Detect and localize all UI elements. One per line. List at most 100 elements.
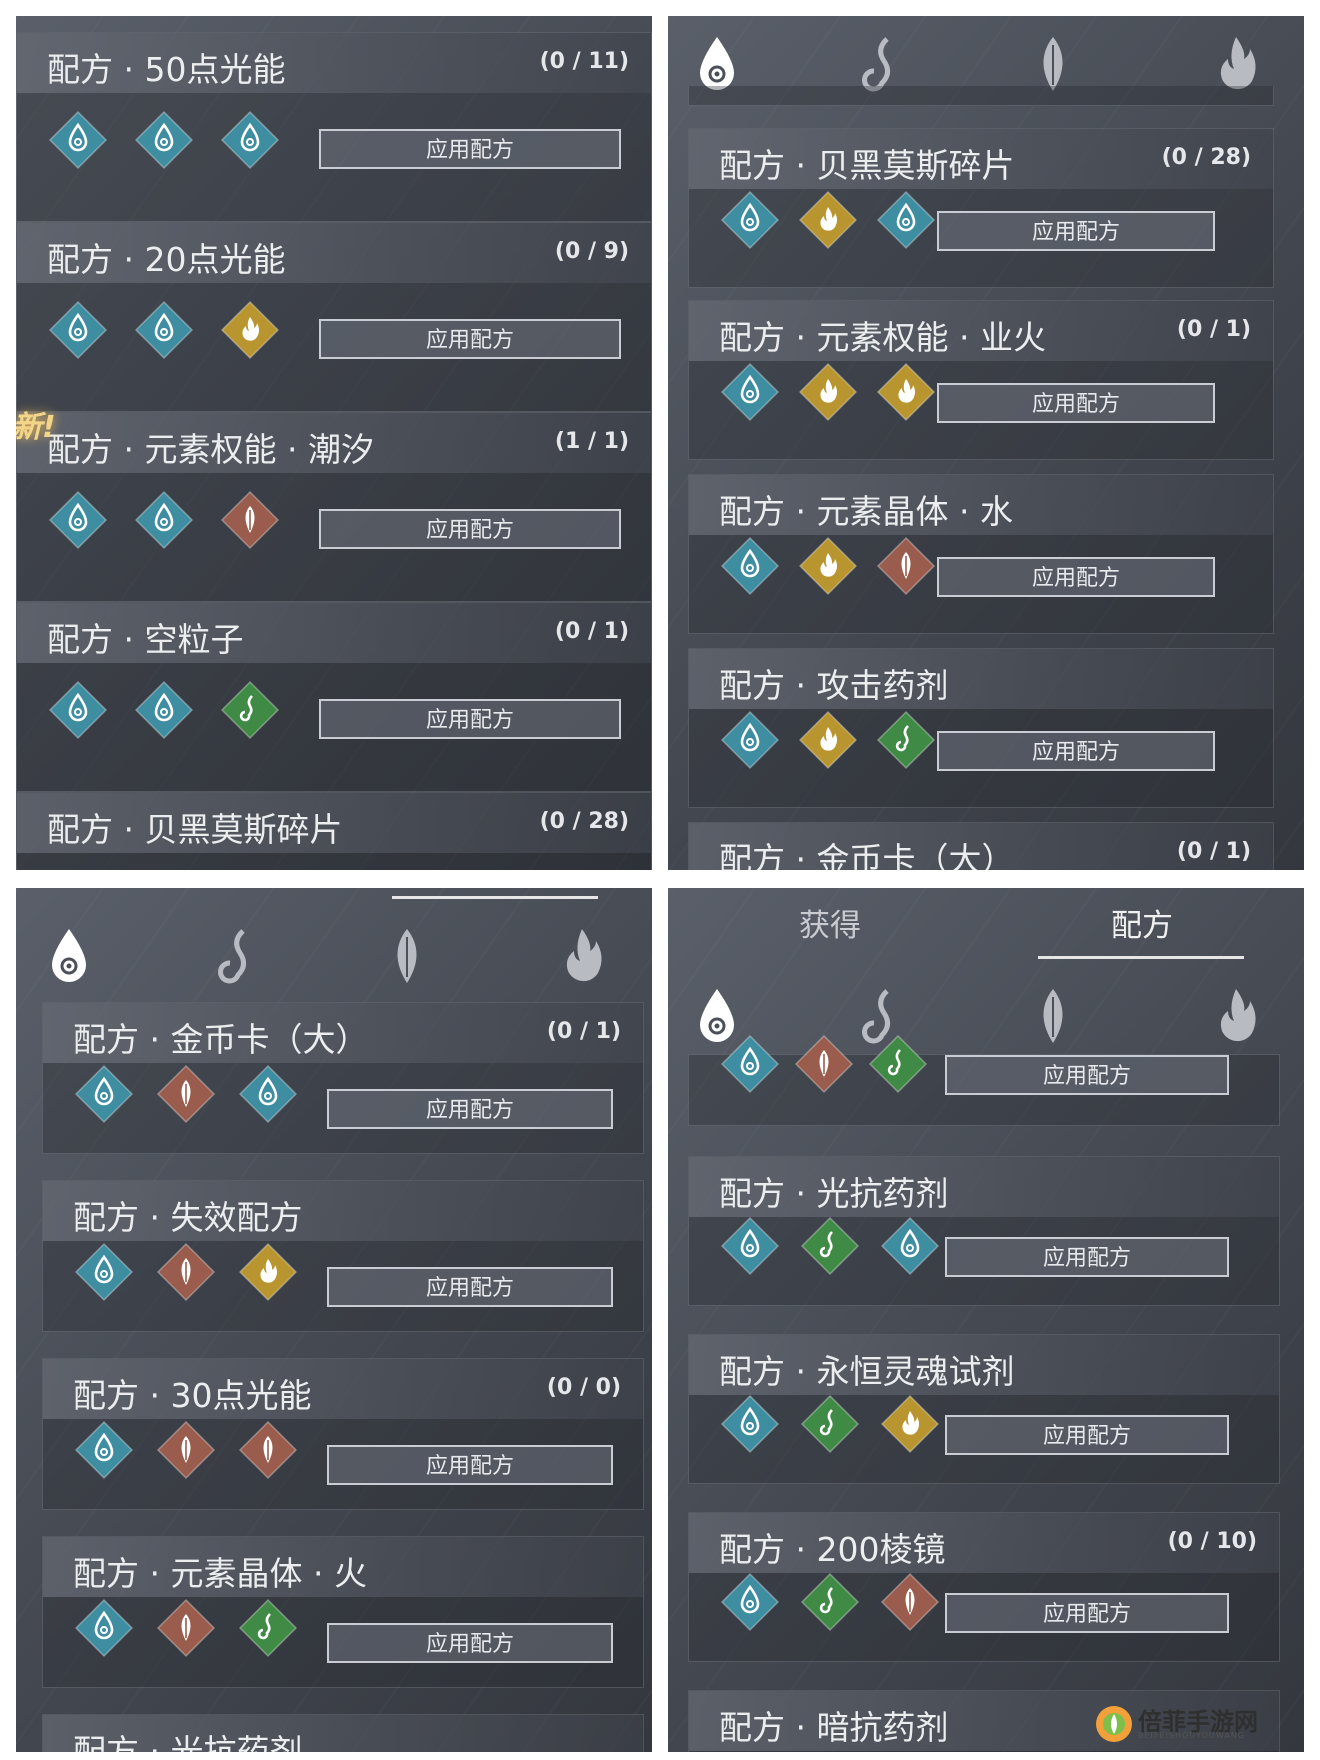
- apply-recipe-button[interactable]: 应用配方: [945, 1593, 1229, 1633]
- water-element-icon: [719, 1571, 781, 1633]
- watermark: 倍菲手游网 BEIFEISHOUYOUWANG: [1094, 1702, 1294, 1746]
- recipe-card: 配方 · 30点光能 (0 / 0) 应用配方: [42, 1358, 644, 1510]
- leaf-icon[interactable]: [1030, 985, 1076, 1047]
- water-drop-icon[interactable]: [46, 925, 92, 987]
- apply-recipe-button[interactable]: 应用配方: [327, 1445, 613, 1485]
- recipe-count: (1 / 1): [554, 429, 629, 454]
- apply-recipe-button[interactable]: 应用配方: [319, 509, 621, 549]
- apply-recipe-button[interactable]: 应用配方: [945, 1237, 1229, 1277]
- tab-bar: 获得 配方: [668, 888, 1304, 968]
- recipe-count: (0 / 1): [546, 1019, 621, 1044]
- recipe-card: 配方 · 元素晶体 · 火应用配方: [42, 1536, 644, 1688]
- recipe-count: (0 / 1): [554, 619, 629, 644]
- recipe-title: 配方 · 暗抗药剂: [719, 1708, 949, 1747]
- recipe-card: [688, 86, 1274, 106]
- earth-element-icon: [155, 1419, 217, 1481]
- apply-recipe-button[interactable]: 应用配方: [327, 1267, 613, 1307]
- tab-underline: [1038, 956, 1244, 959]
- fire-element-icon: [797, 189, 859, 251]
- water-element-icon: [47, 489, 109, 551]
- water-element-icon: [879, 1215, 941, 1277]
- apply-recipe-button[interactable]: 应用配方: [327, 1089, 613, 1129]
- recipe-count: (0 / 28): [1161, 145, 1251, 170]
- element-filter-bar: [16, 908, 652, 1004]
- flame-icon[interactable]: [1214, 985, 1260, 1047]
- apply-recipe-button[interactable]: 应用配方: [327, 1623, 613, 1663]
- recipe-panel-4: 获得 配方 应用配方 配方 · 光抗药剂 应用配方 配方 · 永恒灵魂试剂 应用配方 配方…: [668, 888, 1304, 1752]
- apply-recipe-button[interactable]: 应用配方: [319, 129, 621, 169]
- recipe-card: 配方 · 光抗药剂 应用配方: [688, 1156, 1280, 1306]
- recipe-card: 配方 · 失效配方 应用配方: [42, 1180, 644, 1332]
- flame-icon[interactable]: [560, 925, 606, 987]
- wood-element-icon: [799, 1215, 861, 1277]
- tab-recipes[interactable]: 配方: [1042, 900, 1242, 945]
- water-element-icon: [237, 1063, 299, 1125]
- apply-recipe-button[interactable]: 应用配方: [319, 699, 621, 739]
- recipe-card: 配方 · 50点光能 (0 / 11) 应用配方: [16, 32, 652, 222]
- fire-element-icon: [879, 1393, 941, 1455]
- fire-element-icon: [237, 1241, 299, 1303]
- leaf-icon[interactable]: [384, 925, 430, 987]
- water-element-icon: [133, 679, 195, 741]
- water-element-icon: [47, 679, 109, 741]
- tab-underline: [392, 896, 598, 899]
- recipe-card: 配方 · 贝黑莫斯碎片 (0 / 28): [16, 792, 652, 870]
- recipe-title: 配方 · 元素晶体 · 火: [73, 1554, 367, 1593]
- earth-element-icon: [155, 1597, 217, 1659]
- recipe-card: 配方 · 200棱镜 (0 / 10) 应用配方: [688, 1512, 1280, 1662]
- tab-obtained[interactable]: 获得: [730, 900, 930, 945]
- water-element-icon: [73, 1597, 135, 1659]
- apply-recipe-button[interactable]: 应用配方: [937, 383, 1215, 423]
- apply-recipe-button[interactable]: 应用配方: [937, 731, 1215, 771]
- water-element-icon: [73, 1063, 135, 1125]
- recipe-title: 配方 · 光抗药剂: [73, 1732, 303, 1752]
- earth-element-icon: [155, 1241, 217, 1303]
- recipe-count: (0 / 10): [1167, 1529, 1257, 1554]
- recipe-title: 配方 · 元素权能 · 业火: [719, 318, 1046, 357]
- recipe-title: 配方 · 攻击药剂: [719, 666, 949, 705]
- water-element-icon: [719, 709, 781, 771]
- recipe-card: 配方 · 攻击药剂应用配方: [688, 648, 1274, 808]
- recipe-title: 配方 · 金币卡（大）: [719, 840, 1015, 870]
- wood-element-icon: [875, 709, 937, 771]
- recipe-title: 配方 · 贝黑莫斯碎片: [719, 146, 1015, 185]
- apply-recipe-button[interactable]: 应用配方: [945, 1055, 1229, 1095]
- earth-element-icon: [879, 1571, 941, 1633]
- earth-element-icon: [237, 1419, 299, 1481]
- recipe-title: 配方 · 失效配方: [73, 1198, 303, 1237]
- wood-swirl-icon[interactable]: [216, 925, 262, 987]
- recipe-card: 配方 · 空粒子 (0 / 1) 应用配方: [16, 602, 652, 792]
- apply-recipe-button[interactable]: 应用配方: [937, 211, 1215, 251]
- recipe-title: 配方 · 20点光能: [47, 240, 286, 279]
- recipe-title: 配方 · 空粒子: [47, 620, 244, 659]
- recipe-title: 配方 · 永恒灵魂试剂: [719, 1352, 1015, 1391]
- recipe-count: (0 / 1): [1176, 839, 1251, 864]
- water-element-icon: [73, 1419, 135, 1481]
- recipe-count: (0 / 0): [546, 1375, 621, 1400]
- earth-element-icon: [875, 535, 937, 597]
- fire-element-icon: [797, 709, 859, 771]
- recipe-card: 配方 · 元素权能 · 业火 (0 / 1) 应用配方: [688, 300, 1274, 460]
- apply-recipe-button[interactable]: 应用配方: [937, 557, 1215, 597]
- water-element-icon: [133, 489, 195, 551]
- recipe-card: 配方 · 20点光能 (0 / 9) 应用配方: [16, 222, 652, 412]
- recipe-title: 配方 · 贝黑莫斯碎片: [47, 810, 343, 849]
- recipe-card: 配方 · 元素晶体 · 水应用配方: [688, 474, 1274, 634]
- water-element-icon: [719, 189, 781, 251]
- recipe-title: 配方 · 元素晶体 · 水: [719, 492, 1013, 531]
- recipe-count: (0 / 1): [1176, 317, 1251, 342]
- fire-element-icon: [875, 361, 937, 423]
- recipe-card: 配方 · 元素权能 · 潮汐 (1 / 1) 应用配方: [16, 412, 652, 602]
- recipe-title: 配方 · 元素权能 · 潮汐: [47, 430, 374, 469]
- apply-recipe-button[interactable]: 应用配方: [945, 1415, 1229, 1455]
- recipe-title: 配方 · 金币卡（大）: [73, 1020, 369, 1059]
- recipe-panel-3: 配方 · 金币卡（大） (0 / 1) 应用配方 配方 · 失效配方 应用配方 配方 · …: [16, 888, 652, 1752]
- recipe-card: 配方 · 金币卡（大） (0 / 1): [688, 822, 1274, 870]
- recipe-panel-2: 配方 · 贝黑莫斯碎片 (0 / 28) 应用配方 配方 · 元素权能 · 业火 (0 …: [668, 16, 1304, 870]
- water-element-icon: [47, 109, 109, 171]
- water-element-icon: [133, 299, 195, 361]
- recipe-count: (0 / 11): [539, 49, 629, 74]
- recipe-card: 配方 · 金币卡（大） (0 / 1) 应用配方: [42, 1002, 644, 1154]
- fire-element-icon: [797, 535, 859, 597]
- apply-recipe-button[interactable]: 应用配方: [319, 319, 621, 359]
